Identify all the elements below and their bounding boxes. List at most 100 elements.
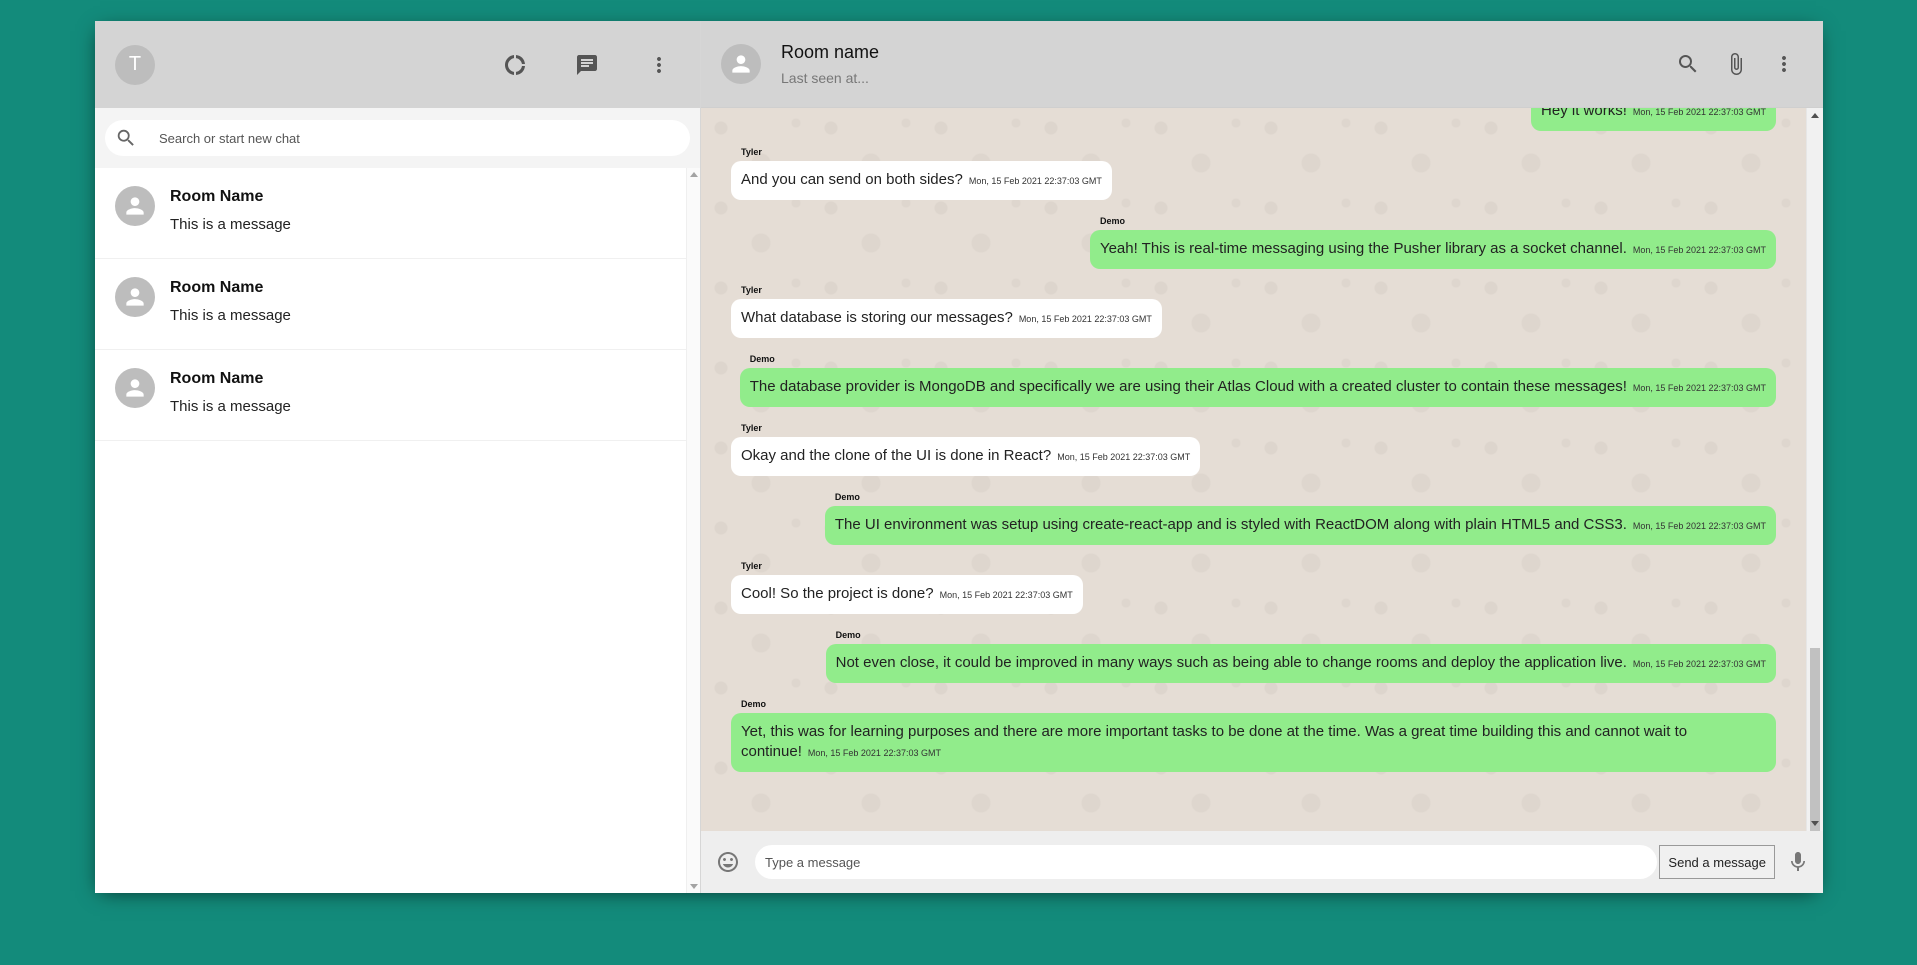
message-bubble[interactable]: Yeah! This is real-time messaging using … [1089,230,1776,269]
message-author: Tyler [741,561,762,571]
message-group: Demo The database provider is MongoDB and… [739,354,1776,407]
chat-room-name: Room Name [170,188,264,205]
chat-list-item[interactable]: Room Name This is a message [95,168,686,259]
message-author: Demo [834,492,860,502]
message-group: Demo Yeah! This is real-time messaging us… [1089,216,1776,269]
chat-last-message: This is a message [170,307,291,324]
message-timestamp: Mon, 15 Feb 2021 22:37:03 GMT [807,748,941,758]
message-text: The database provider is MongoDB and spe… [749,378,1627,395]
message-text: Yeah! This is real-time messaging using … [1099,240,1627,257]
message-row: Demo The UI environment was setup using c… [731,492,1776,545]
scroll-up-arrow[interactable] [1811,113,1819,118]
message-timestamp: Mon, 15 Feb 2021 22:37:03 GMT [939,590,1073,600]
app-window: T Room Name This is a message Room Name Thi… [95,21,1823,893]
message-bubble[interactable]: The UI environment was setup using creat… [824,506,1776,545]
more-vert-icon[interactable] [1769,49,1799,79]
room-avatar [115,186,155,226]
search-icon[interactable] [1673,49,1703,79]
mic-icon[interactable] [1783,847,1813,877]
sidebar-header: T [95,21,700,108]
message-row: Demo Yeah! This is real-time messaging us… [731,216,1776,269]
scroll-down-arrow[interactable] [690,884,698,889]
message-timestamp: Mon, 15 Feb 2021 22:37:03 GMT [1632,245,1766,255]
sidebar-search [105,120,690,156]
sidebar: T Room Name This is a message Room Name Thi… [95,21,701,893]
chat-list-item[interactable]: Room Name This is a message [95,259,686,350]
chat-header: Room name Last seen at... [701,21,1823,108]
emoji-icon[interactable] [713,847,743,877]
chat-room-name: Room Name [170,279,264,296]
user-avatar[interactable]: T [115,44,155,85]
chat-list-item-info: Room Name This is a message [170,186,291,233]
message-bubble[interactable]: And you can send on both sides? Mon, 15 F… [731,161,1112,200]
message-timestamp: Mon, 15 Feb 2021 22:37:03 GMT [1632,659,1766,669]
message-bubble[interactable]: The database provider is MongoDB and spe… [739,368,1776,407]
sidebar-scrollbar[interactable] [686,168,700,893]
scroll-thumb[interactable] [1810,648,1820,831]
message-text: Okay and the clone of the UI is done in … [741,447,1052,464]
message-timestamp: Mon, 15 Feb 2021 22:37:03 GMT [1632,108,1766,117]
scroll-down-arrow[interactable] [1811,821,1819,826]
person-icon [126,197,144,215]
search-input[interactable] [159,130,680,146]
chat-header-icons [1673,49,1799,79]
chat-icon[interactable] [572,50,602,80]
message-author: Demo [1099,216,1125,226]
message-row: Tyler Okay and the clone of the UI is don… [731,423,1776,476]
chat-panel: Room name Last seen at... Hey it works! M… [701,21,1823,893]
message-timestamp: Mon, 15 Feb 2021 22:37:03 GMT [968,176,1102,186]
message-group: Demo The UI environment was setup using c… [824,492,1776,545]
message-row: Tyler What database is storing our messag… [731,285,1776,338]
message-bubble[interactable]: Hey it works! Mon, 15 Feb 2021 22:37:03 G… [1531,108,1776,131]
sidebar-header-icons [500,50,674,80]
message-list: Hey it works! Mon, 15 Feb 2021 22:37:03 G… [701,108,1806,788]
message-input[interactable] [755,845,1658,879]
message-timestamp: Mon, 15 Feb 2021 22:37:03 GMT [1057,452,1191,462]
message-group: Hey it works! Mon, 15 Feb 2021 22:37:03 G… [1531,108,1776,131]
message-row: Demo Not even close, it could be improved… [731,630,1776,683]
message-row: Tyler And you can send on both sides? Mon,… [731,147,1776,200]
message-timestamp: Mon, 15 Feb 2021 22:37:03 GMT [1632,383,1766,393]
room-avatar [115,277,155,317]
chat-list-item-info: Room Name This is a message [170,368,291,415]
message-timestamp: Mon, 15 Feb 2021 22:37:03 GMT [1632,521,1766,531]
more-vert-icon[interactable] [644,50,674,80]
status-icon[interactable] [500,50,530,80]
room-avatar [115,368,155,408]
send-message-button[interactable]: Send a message [1659,845,1775,879]
scroll-up-arrow[interactable] [690,172,698,177]
message-bubble[interactable]: Cool! So the project is done? Mon, 15 Feb… [731,575,1083,614]
message-author: Demo [749,354,775,364]
person-icon [126,288,144,306]
chat-header-info: Room name Last seen at... [781,42,1673,86]
message-bubble[interactable]: Okay and the clone of the UI is done in … [731,437,1201,476]
message-text: Not even close, it could be improved in … [835,654,1627,671]
message-timestamp: Mon, 15 Feb 2021 22:37:03 GMT [1018,314,1152,324]
message-text: Cool! So the project is done? [741,585,934,602]
message-row: Demo Yet, this was for learning purposes … [731,699,1776,772]
message-bubble[interactable]: What database is storing our messages? Mo… [731,299,1162,338]
chat-last-message: This is a message [170,398,291,415]
message-form: Send a message [755,845,1775,879]
attach-file-icon[interactable] [1721,49,1751,79]
message-group: Demo Yet, this was for learning purposes … [731,699,1776,772]
person-icon [732,55,750,73]
message-bubble[interactable]: Not even close, it could be improved in … [825,644,1776,683]
message-author: Tyler [741,285,762,295]
search-icon [117,129,134,146]
chat-list-item[interactable]: Room Name This is a message [95,350,686,441]
message-bubble[interactable]: Yet, this was for learning purposes and … [731,713,1776,772]
message-author: Tyler [741,147,762,157]
chat-last-message: This is a message [170,216,291,233]
message-row: Hey it works! Mon, 15 Feb 2021 22:37:03 G… [731,108,1776,131]
message-row: Demo The database provider is MongoDB and… [731,354,1776,407]
person-icon [126,379,144,397]
chat-room-name: Room Name [170,370,264,387]
message-author: Demo [741,699,767,709]
message-text: And you can send on both sides? [741,171,963,188]
chat-body-wrap: Hey it works! Mon, 15 Feb 2021 22:37:03 G… [701,108,1823,831]
chat-scrollbar[interactable] [1806,108,1823,831]
room-avatar[interactable] [721,44,761,84]
chat-body[interactable]: Hey it works! Mon, 15 Feb 2021 22:37:03 G… [701,108,1806,831]
message-row: Tyler Cool! So the project is done? Mon, 1… [731,561,1776,614]
